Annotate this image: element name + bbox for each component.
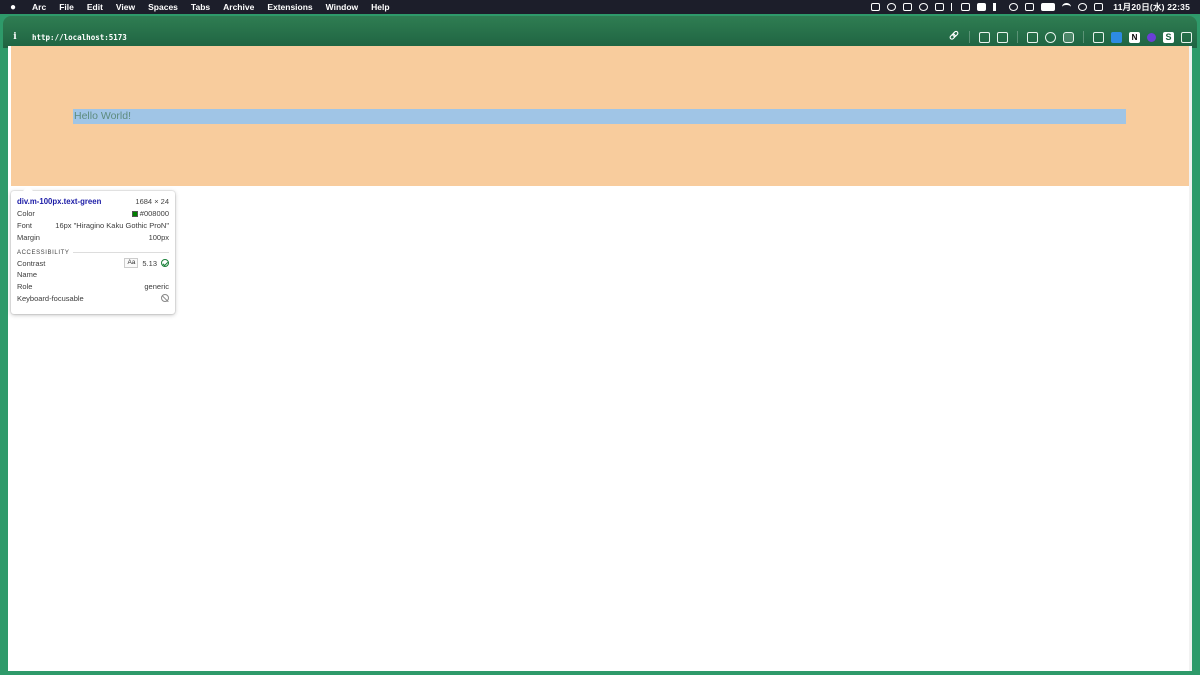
element-highlight [73,109,1126,124]
tooltip-header: div.m-100px.text-green 1684 × 24 [17,196,169,208]
menu-edit[interactable]: Edit [87,2,103,12]
color-label: Color [17,209,35,219]
role-value: generic [144,282,169,292]
hello-world-text: Hello World! [74,110,131,122]
menu-tabs[interactable]: Tabs [191,2,210,12]
menu-file[interactable]: File [59,2,74,12]
toolbar-divider [1017,31,1018,43]
notion-icon[interactable] [903,3,913,11]
inspect-element-icon[interactable] [1063,31,1074,43]
contrast-label: Contrast [17,258,46,268]
keyboard-focusable-label: Keyboard-focusable [17,293,84,303]
menu-extensions[interactable]: Extensions [267,2,312,12]
menu-help[interactable]: Help [371,2,389,12]
toolbar-divider [1083,31,1084,43]
font-value: 16px "Hiragino Kaku Gothic ProN" [55,220,169,230]
creative-cloud-icon[interactable] [871,3,881,11]
keyboard-focusable-row: Keyboard-focusable [17,293,169,305]
status-tray: 11月20日(水) 22:35 [864,1,1190,13]
copy-link-icon[interactable] [949,32,960,43]
wifi-icon[interactable] [1062,3,1072,11]
menu-window[interactable]: Window [326,2,359,12]
browser-toolbar: i http://localhost:5173 N S [8,28,1192,46]
battery-icon[interactable] [1041,3,1056,11]
contrast-badge: Aa [124,258,139,269]
element-selector: div.m-100px.text-green [17,197,102,207]
color-value: #008000 [139,209,169,219]
display-icon[interactable] [961,3,971,11]
contrast-value: 5.13 [142,258,157,268]
control-center-icon[interactable] [1094,3,1104,11]
web-content: Hello World! [8,46,1192,671]
color-swatch [131,210,138,217]
extension-puzzle-icon[interactable] [1093,31,1104,43]
capture-icon[interactable] [979,31,990,43]
menu-archive[interactable]: Archive [223,2,254,12]
volume-icon[interactable] [993,3,1002,11]
menu-view[interactable]: View [116,2,135,12]
menu-clock[interactable]: 11月20日(水) 22:35 [1113,1,1190,13]
not-allowed-icon [161,294,169,303]
extension-send-icon[interactable] [1111,31,1122,43]
keyboard-icon[interactable] [977,3,987,11]
contrast-row: Contrast Aa 5.13 [17,257,169,269]
search-icon[interactable] [1078,3,1088,11]
site-info-icon[interactable]: i [8,32,22,42]
check-circle-icon [161,259,169,268]
margin-label: Margin [17,232,40,242]
apple-icon[interactable]: ● [10,2,22,13]
extension-s-icon[interactable]: S [1163,31,1174,43]
arrows-icon[interactable] [951,3,954,11]
extension-purple-icon[interactable] [1147,32,1156,42]
split-view-icon[interactable] [1181,31,1192,43]
drop-icon[interactable] [887,3,897,11]
menu-bar: ● Arc File Edit View Spaces Tabs Archive… [0,0,1200,14]
menu-app-name[interactable]: Arc [32,2,46,12]
url-field[interactable]: http://localhost:5173 [32,33,127,42]
menu-spaces[interactable]: Spaces [148,2,178,12]
inspect-tooltip: div.m-100px.text-green 1684 × 24 Color #… [11,186,175,314]
toolbar-divider [969,31,970,43]
font-row: Font 16px "Hiragino Kaku Gothic ProN" [17,220,169,232]
browser-window: i http://localhost:5173 N S Hello World! [0,14,1200,675]
margin-value: 100px [148,232,169,242]
color-value-wrap: #008000 [131,209,169,219]
role-row: Role generic [17,281,169,293]
accessibility-heading-text: ACCESSIBILITY [17,249,70,256]
accessibility-heading: ACCESSIBILITY [17,248,169,257]
console-icon[interactable] [1027,31,1038,43]
contrast-value-wrap: Aa 5.13 [124,258,169,269]
name-row: Name [17,269,169,281]
play-icon[interactable] [919,3,929,11]
scrollbar[interactable] [1189,46,1192,671]
camera-icon[interactable] [997,31,1008,43]
name-label: Name [17,270,38,280]
network-icon[interactable] [1045,31,1056,43]
role-label: Role [17,282,33,292]
toolbar-actions: N S [942,31,1192,43]
color-row: Color #008000 [17,208,169,220]
font-label: Font [17,220,33,230]
margin-row: Margin 100px [17,231,169,243]
user-icon[interactable] [1009,3,1019,11]
input-icon[interactable] [1025,3,1035,11]
element-size: 1684 × 24 [135,197,169,207]
screen-icon[interactable] [935,3,945,11]
extension-notion-icon[interactable]: N [1129,31,1140,43]
